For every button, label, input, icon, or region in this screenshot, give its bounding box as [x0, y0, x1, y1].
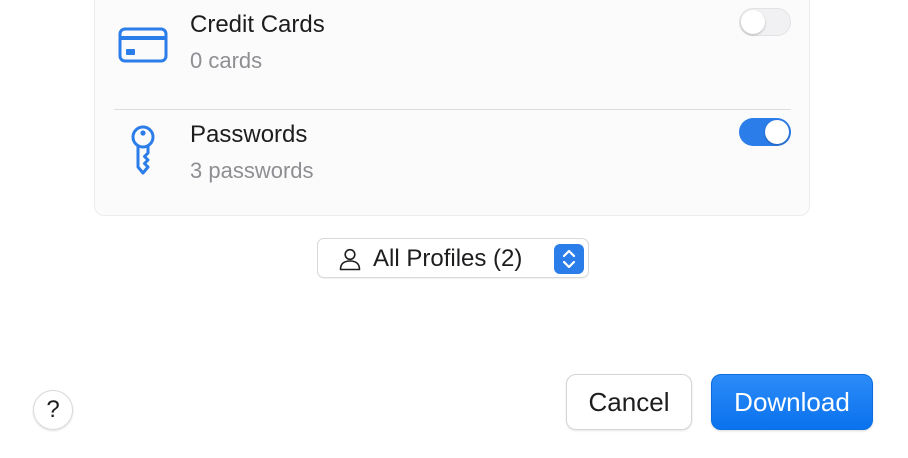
toggle-knob — [741, 10, 765, 34]
key-icon — [117, 123, 169, 175]
list-item-passwords: Passwords 3 passwords — [95, 111, 809, 221]
profile-selector[interactable]: All Profiles (2) — [317, 238, 589, 278]
list-item-credit-cards: Credit Cards 0 cards — [95, 1, 809, 111]
credit-cards-toggle[interactable] — [739, 8, 791, 36]
cancel-button[interactable]: Cancel — [566, 374, 692, 430]
question-mark-icon: ? — [46, 396, 60, 423]
help-button[interactable]: ? — [33, 390, 73, 430]
item-title: Credit Cards — [190, 11, 325, 38]
chevron-up-down-icon — [554, 244, 584, 274]
data-type-list: Credit Cards 0 cards Passwords 3 passwor… — [94, 0, 810, 216]
credit-card-icon — [117, 19, 169, 71]
toggle-knob — [765, 120, 789, 144]
person-icon — [338, 247, 362, 271]
item-count: 3 passwords — [190, 158, 314, 183]
row-divider — [114, 109, 791, 110]
export-data-sheet: Credit Cards 0 cards Passwords 3 passwor… — [0, 0, 908, 458]
profile-selector-label: All Profiles (2) — [373, 245, 523, 272]
passwords-toggle[interactable] — [739, 118, 791, 146]
download-button[interactable]: Download — [711, 374, 873, 430]
item-title: Passwords — [190, 121, 308, 148]
item-count: 0 cards — [190, 48, 263, 73]
